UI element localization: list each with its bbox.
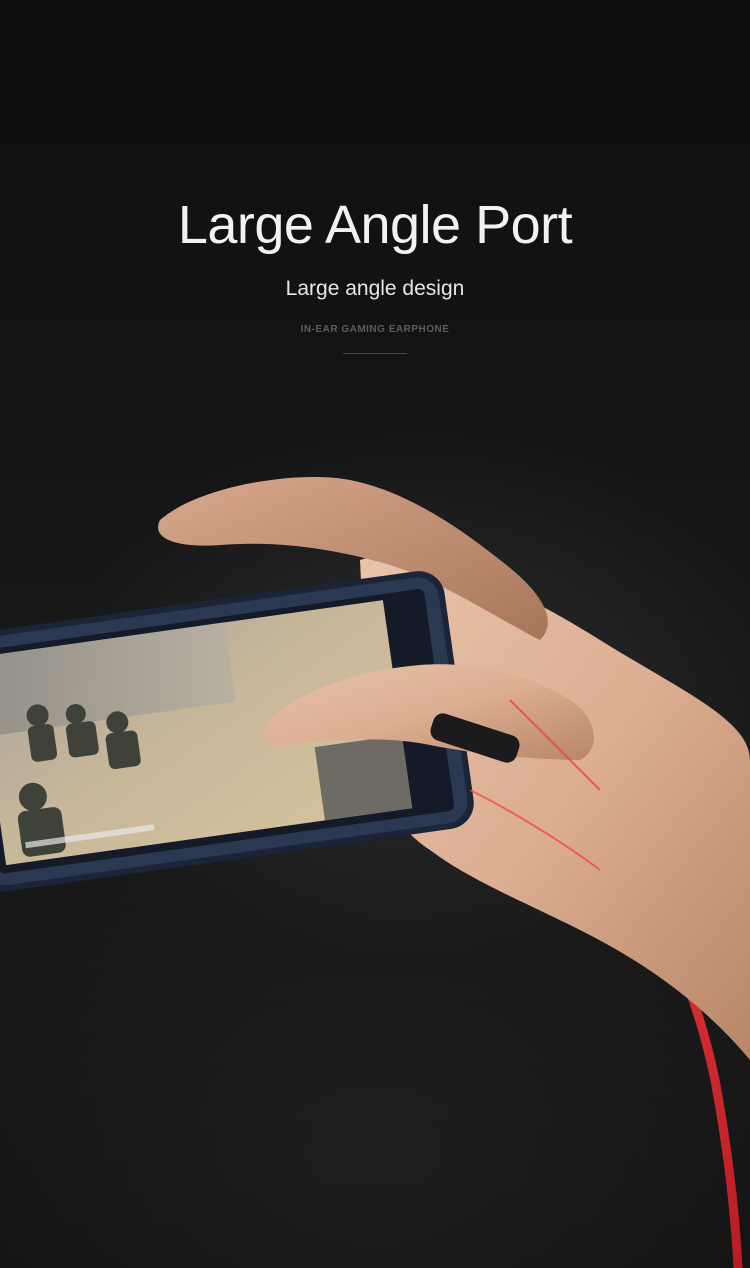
product-photo <box>0 476 750 1268</box>
tagline: IN-EAR GAMING EARPHONE <box>300 324 450 335</box>
subtitle: Large angle design <box>285 277 465 300</box>
product-banner: Large Angle Port Large angle design IN-E… <box>0 0 750 1268</box>
headline-block: Large Angle Port Large angle design IN-E… <box>0 190 750 354</box>
page-title: Large Angle Port <box>177 195 573 255</box>
divider <box>343 353 407 354</box>
